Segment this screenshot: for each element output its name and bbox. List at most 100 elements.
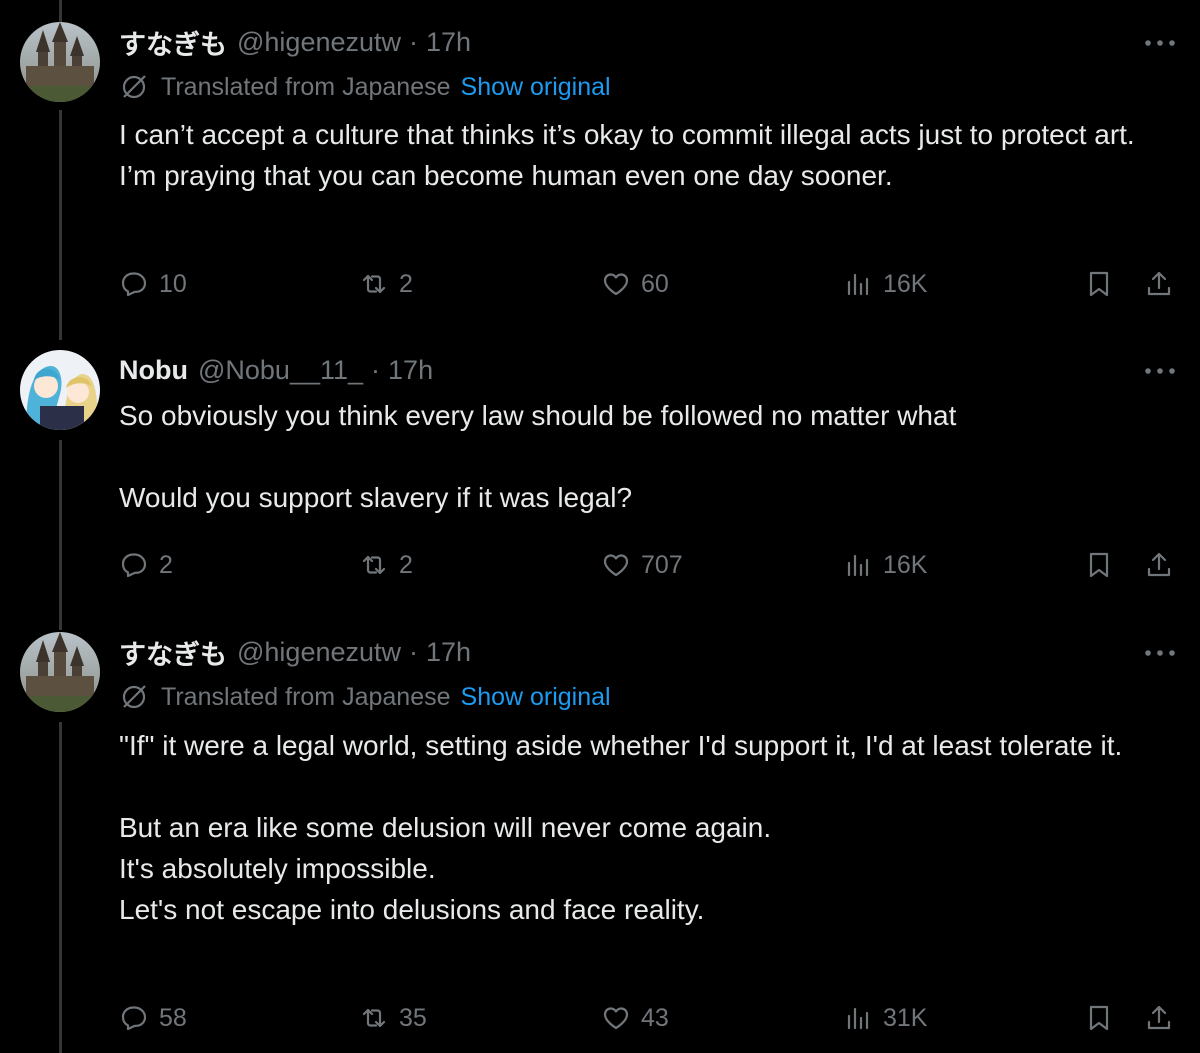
share-button[interactable] <box>1144 264 1174 304</box>
share-button[interactable] <box>1144 545 1174 585</box>
tweet-text: So obviously you think every law should … <box>119 395 1159 518</box>
heart-icon <box>603 273 629 296</box>
bookmark-icon <box>1089 271 1109 297</box>
display-name[interactable]: すなぎも <box>119 633 227 672</box>
like-button[interactable]: 707 <box>601 545 683 585</box>
action-bar: 10 2 60 16K <box>119 264 1189 304</box>
tweet-text: "If" it were a legal world, setting asid… <box>119 725 1159 930</box>
reply-icon <box>121 553 147 578</box>
tweet[interactable]: Nobu @Nobu__11_ · 17h So obviously you t… <box>0 350 1200 600</box>
repost-icon <box>362 274 386 294</box>
repost-icon <box>362 555 386 575</box>
repost-icon <box>362 1008 386 1028</box>
view-count: 16K <box>883 269 928 298</box>
like-count: 60 <box>641 269 669 298</box>
reply-button[interactable]: 2 <box>119 545 173 585</box>
show-original-link[interactable]: Show original <box>461 683 611 712</box>
user-handle[interactable]: @higenezutw <box>237 637 401 668</box>
repost-count: 35 <box>399 1003 427 1032</box>
separator-dot: · <box>409 26 419 57</box>
tweet-header: すなぎも @higenezutw · 17h <box>119 632 471 672</box>
reply-count: 58 <box>159 1003 187 1032</box>
user-handle[interactable]: @Nobu__11_ <box>198 355 363 386</box>
reply-count: 2 <box>159 550 173 579</box>
share-icon <box>1147 1005 1171 1030</box>
show-original-link[interactable]: Show original <box>461 73 611 102</box>
bookmark-icon <box>1089 552 1109 578</box>
tweet-line: It's absolutely impossible. <box>119 853 436 884</box>
timestamp[interactable]: 17h <box>426 637 471 668</box>
anime-avatar-image <box>20 350 100 430</box>
translation-notice: Translated from Japanese Show original <box>119 682 611 712</box>
separator-dot: · <box>371 354 381 385</box>
views-button[interactable]: 31K <box>843 998 927 1038</box>
tweet-line <box>119 766 1159 807</box>
share-icon <box>1147 552 1171 577</box>
analytics-icon <box>847 1007 869 1030</box>
repost-button[interactable]: 2 <box>359 545 413 585</box>
action-bar: 2 2 707 16K <box>119 545 1189 585</box>
tweet-header: すなぎも @higenezutw · 17h <box>119 22 471 62</box>
tweet[interactable]: すなぎも @higenezutw · 17h Translated from J… <box>0 632 1200 1053</box>
like-count: 707 <box>641 550 683 579</box>
heart-icon <box>603 1007 629 1030</box>
tweet-text: I can’t accept a culture that thinks it’… <box>119 114 1159 196</box>
separator-dot: · <box>409 636 419 667</box>
reply-count: 10 <box>159 269 187 298</box>
reply-icon <box>121 1006 147 1031</box>
more-options-button[interactable] <box>1142 638 1178 668</box>
display-name[interactable]: Nobu <box>119 355 188 386</box>
more-icon <box>1145 650 1175 656</box>
reply-button[interactable]: 58 <box>119 998 187 1038</box>
tweet-line: I can’t accept a culture that thinks it’… <box>119 119 1135 150</box>
castle-avatar-image <box>20 22 100 102</box>
castle-avatar-image <box>20 632 100 712</box>
views-button[interactable]: 16K <box>843 545 927 585</box>
tweet-line <box>119 436 1159 477</box>
reply-button[interactable]: 10 <box>119 264 187 304</box>
repost-button[interactable]: 35 <box>359 998 427 1038</box>
more-options-button[interactable] <box>1142 356 1178 386</box>
repost-button[interactable]: 2 <box>359 264 413 304</box>
bookmark-button[interactable] <box>1084 545 1114 585</box>
avatar[interactable] <box>20 632 100 712</box>
view-count: 16K <box>883 550 928 579</box>
translate-icon <box>122 685 146 709</box>
translate-icon <box>122 75 146 99</box>
more-options-button[interactable] <box>1142 28 1178 58</box>
like-button[interactable]: 43 <box>601 998 669 1038</box>
repost-count: 2 <box>399 269 413 298</box>
thread-line <box>59 0 62 22</box>
like-button[interactable]: 60 <box>601 264 669 304</box>
translated-label: Translated from Japanese <box>161 72 451 101</box>
reply-icon <box>121 272 147 297</box>
share-button[interactable] <box>1144 998 1174 1038</box>
bookmark-button[interactable] <box>1084 264 1114 304</box>
tweet-line: "If" it were a legal world, setting asid… <box>119 730 1123 761</box>
tweet-line: Let's not escape into delusions and face… <box>119 894 705 925</box>
tweet-line: So obviously you think every law should … <box>119 400 957 431</box>
views-button[interactable]: 16K <box>843 264 927 304</box>
bookmark-icon <box>1089 1005 1109 1031</box>
analytics-icon <box>847 554 869 577</box>
bookmark-button[interactable] <box>1084 998 1114 1038</box>
share-icon <box>1147 271 1171 296</box>
tweet-header: Nobu @Nobu__11_ · 17h <box>119 350 433 390</box>
display-name[interactable]: すなぎも <box>119 23 227 62</box>
avatar[interactable] <box>20 350 100 430</box>
analytics-icon <box>847 273 869 296</box>
action-bar: 58 35 43 31K <box>119 998 1189 1038</box>
user-handle[interactable]: @higenezutw <box>237 27 401 58</box>
tweet-line: But an era like some delusion will never… <box>119 812 772 843</box>
timestamp[interactable]: 17h <box>426 27 471 58</box>
tweet-line: Would you support slavery if it was lega… <box>119 482 633 513</box>
repost-count: 2 <box>399 550 413 579</box>
more-icon <box>1145 368 1175 374</box>
view-count: 31K <box>883 1003 928 1032</box>
avatar[interactable] <box>20 22 100 102</box>
like-count: 43 <box>641 1003 669 1032</box>
heart-icon <box>603 554 629 577</box>
tweet[interactable]: すなぎも @higenezutw · 17h Translated from J… <box>0 22 1200 322</box>
translation-notice: Translated from Japanese Show original <box>119 72 611 102</box>
timestamp[interactable]: 17h <box>388 355 433 386</box>
